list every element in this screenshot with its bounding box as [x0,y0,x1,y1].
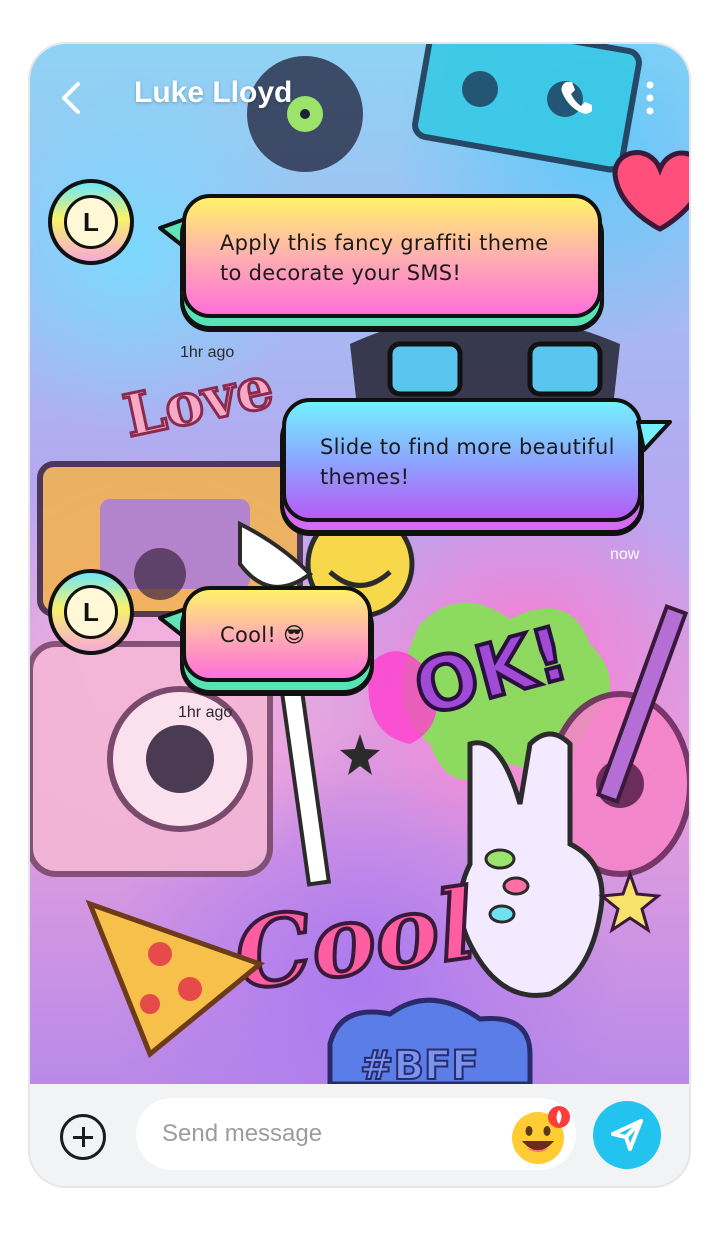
send-icon [611,1119,643,1151]
bubble-tail [636,420,672,452]
chat-header: Luke Lloyd [30,44,689,154]
message-bubble-incoming[interactable]: Apply this fancy graffiti theme to decor… [182,194,602,318]
plus-circle-icon[interactable] [60,1114,106,1160]
svg-text:Love: Love [118,353,279,451]
grinning-face-icon[interactable] [510,1104,572,1166]
avatar-initial: L [64,585,118,639]
message-timestamp: 1hr ago [178,704,233,721]
phone-icon[interactable] [558,78,594,116]
message-composer [30,1084,689,1186]
message-text-line: Apply this fancy graffiti theme [220,231,549,255]
chevron-left-icon[interactable] [56,78,86,118]
message-bubble-incoming[interactable]: Cool! 😎 [182,586,372,682]
svg-text:#BFF: #BFF [360,1043,479,1084]
message-text-line: to decorate your SMS! [220,261,462,285]
message-timestamp: now [610,546,640,563]
message-text-line: Slide to find more beautiful [320,435,615,459]
message-bubble-outgoing[interactable]: Slide to find more beautiful themes! [282,398,642,522]
send-button[interactable] [593,1101,661,1169]
message-timestamp: 1hr ago [180,344,235,361]
svg-text:Cool: Cool [228,867,482,1012]
contact-avatar[interactable]: L [48,179,134,265]
message-text-line: Cool! 😎 [220,623,306,647]
message-text-line: themes! [320,465,410,489]
contact-avatar[interactable]: L [48,569,134,655]
avatar-initial: L [64,195,118,249]
contact-name: Luke Lloyd [134,76,293,109]
more-vertical-icon[interactable] [642,78,658,118]
phone-frame: Love OK! Cool #BFF Luke Lloyd L Apply th… [28,42,691,1188]
